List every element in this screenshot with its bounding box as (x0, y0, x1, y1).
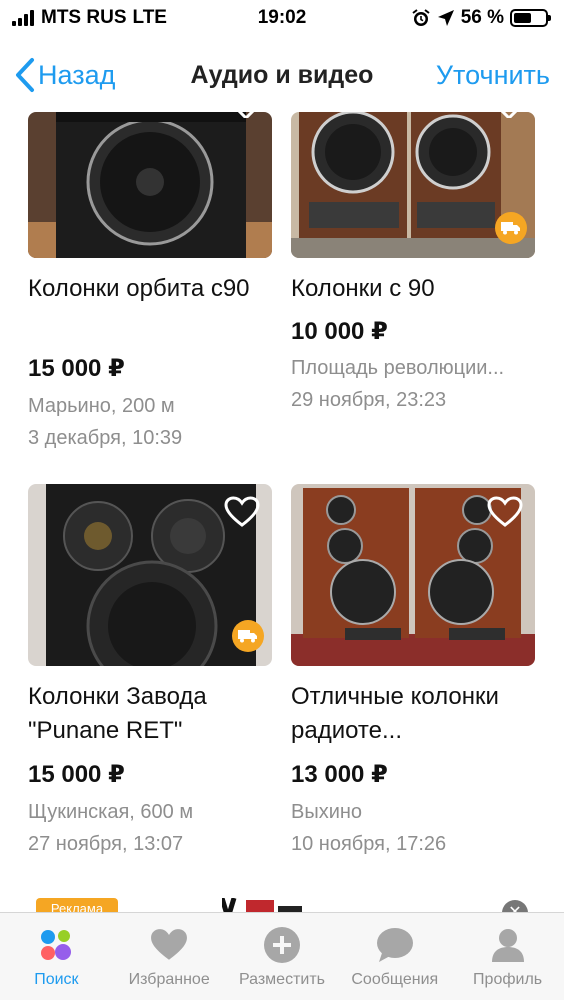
search-dots-icon (41, 930, 72, 960)
tab-label: Поиск (34, 971, 79, 988)
chevron-left-icon (16, 58, 34, 92)
tab-favorites[interactable]: Избранное (113, 913, 226, 1000)
signal-icon (12, 10, 34, 26)
status-bar: MTS RUS LTE 19:02 56 % (0, 0, 564, 36)
refine-button[interactable]: Уточнить (436, 60, 550, 91)
listing-photo[interactable] (28, 484, 272, 666)
heart-icon (151, 929, 188, 960)
listing-location: Площадь революции... (291, 357, 505, 379)
favorite-heart-icon[interactable] (495, 112, 523, 118)
tab-label: Сообщения (351, 971, 439, 988)
ad-image (222, 898, 302, 912)
favorite-heart-icon[interactable] (487, 496, 523, 528)
favorite-heart-icon[interactable] (224, 496, 260, 528)
listing-location: Щукинская, 600 м (28, 801, 194, 823)
listing-date: 3 декабря, 10:39 (28, 427, 183, 449)
delivery-badge (232, 620, 264, 652)
tab-profile[interactable]: Профиль (451, 913, 564, 1000)
listing-date: 29 ноября, 23:23 (291, 389, 447, 411)
back-label: Назад (38, 59, 116, 90)
status-left: MTS RUS LTE (12, 7, 212, 29)
listing-price: 10 000 ₽ (291, 318, 388, 345)
person-icon (491, 929, 524, 962)
listing-location: Марьино, 200 м (28, 395, 175, 417)
tab-messages[interactable]: Сообщения (338, 913, 451, 1000)
chat-bubble-icon (376, 928, 413, 962)
listing-card[interactable]: Колонки орбита с90 15 000 ₽ Марьино, 200… (28, 112, 272, 452)
carrier-name: MTS RUS (41, 7, 127, 28)
status-right: 56 % (411, 7, 551, 29)
listing-card[interactable]: Отличные колонки радиоте... 13 000 ₽ Вых… (291, 484, 535, 864)
ad-banner[interactable]: Реклама ✕ (0, 898, 564, 912)
listing-photo[interactable] (291, 112, 535, 258)
tab-post[interactable]: Разместить (226, 913, 339, 1000)
nav-bar: Назад Аудио и видео Уточнить (0, 46, 564, 104)
speaker-image (28, 112, 272, 258)
listing-grid: Колонки орбита с90 15 000 ₽ Марьино, 200… (0, 112, 564, 912)
listing-title[interactable]: Отличные колонки радиоте... (291, 680, 541, 748)
ad-close-button[interactable]: ✕ (502, 900, 528, 912)
listing-photo[interactable] (291, 484, 535, 666)
listing-photo[interactable] (28, 112, 272, 258)
back-button[interactable]: Назад (14, 57, 115, 93)
listing-date: 10 ноября, 17:26 (291, 833, 447, 855)
listing-title[interactable]: Колонки орбита с90 (28, 272, 278, 306)
battery-percent: 56 % (460, 7, 504, 28)
tab-label: Профиль (473, 971, 543, 988)
listing-card[interactable]: Колонки Завода "Punane RET" 15 000 ₽ Щук… (28, 484, 272, 864)
delivery-badge (495, 212, 527, 244)
tab-label: Разместить (238, 971, 325, 988)
listing-title[interactable]: Колонки с 90 (291, 272, 541, 306)
truck-icon (238, 630, 257, 643)
tab-label: Избранное (128, 971, 210, 988)
listing-price: 15 000 ₽ (28, 355, 125, 382)
listing-date: 27 ноября, 13:07 (28, 833, 184, 855)
ad-badge: Реклама (36, 898, 118, 912)
listing-card[interactable]: Колонки с 90 10 000 ₽ Площадь революции.… (291, 112, 535, 412)
alarm-icon (412, 9, 430, 26)
tab-search[interactable]: Поиск (0, 913, 113, 1000)
battery-icon (510, 9, 551, 27)
network-type: LTE (132, 7, 167, 28)
listing-price: 15 000 ₽ (28, 761, 125, 788)
listing-location: Выхино (291, 801, 363, 823)
favorite-heart-icon[interactable] (232, 112, 260, 118)
tab-bar: Поиск Избранное Разместить Сообщения Про… (0, 912, 564, 1000)
location-arrow-icon (437, 10, 454, 26)
battery-level (514, 13, 531, 23)
plus-circle-icon (263, 927, 300, 963)
listing-price: 13 000 ₽ (291, 761, 388, 788)
listing-title[interactable]: Колонки Завода "Punane RET" (28, 680, 278, 748)
truck-icon (501, 222, 520, 235)
